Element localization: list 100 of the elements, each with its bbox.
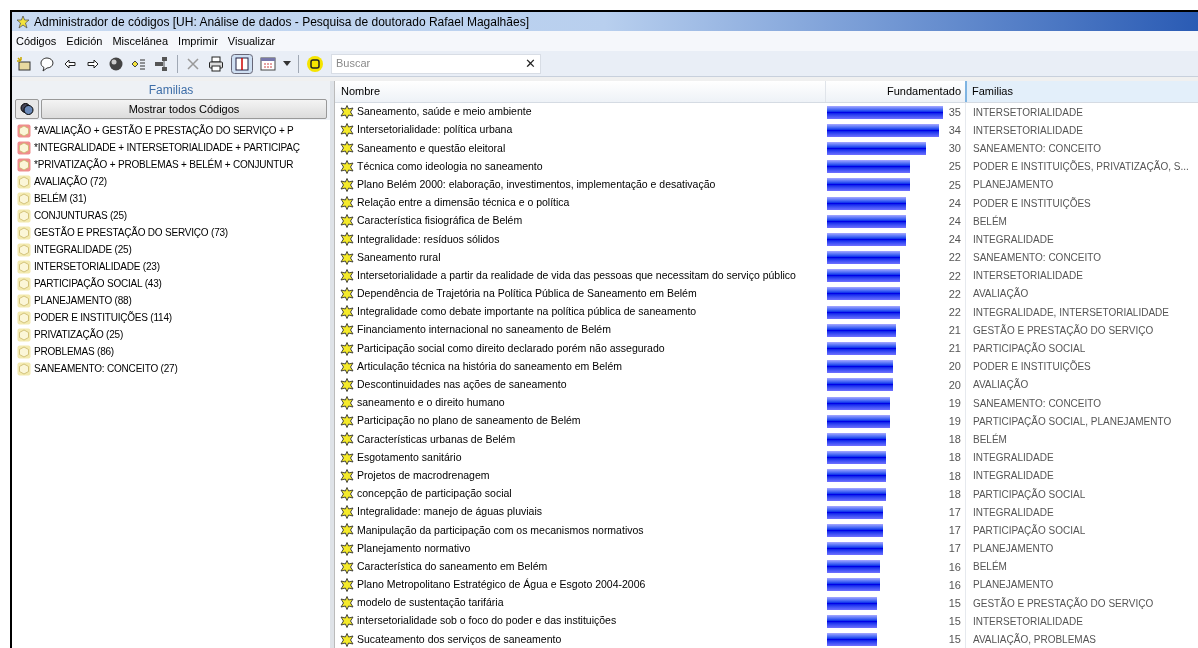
grounded-count: 18 (948, 468, 961, 484)
code-name[interactable]: Integralidade: manejo de águas pluviais (357, 504, 543, 521)
family-item[interactable]: *INTEGRALIDADE + INTERSETORIALIDADE + PARTICIPAÇ (34, 140, 300, 155)
grounded-count: 15 (948, 614, 961, 630)
code-icon (340, 577, 354, 592)
code-name[interactable]: Características urbanas de Belém (357, 431, 516, 448)
families-toggle-button[interactable] (15, 99, 39, 119)
code-name[interactable]: Articulação técnica na história do saneamento em Belém (357, 358, 622, 375)
grounded-bar (827, 396, 890, 410)
family-item[interactable]: GESTÃO E PRESTAÇÃO DO SERVIÇO (73) (34, 225, 228, 240)
show-all-codes-button[interactable]: Mostrar todos Códigos (41, 99, 327, 119)
grounded-count: 18 (948, 486, 961, 502)
code-icon (340, 432, 354, 447)
code-name[interactable]: Participação no plano de saneamento de Belém (357, 413, 581, 430)
column-header[interactable]: Nombre (335, 81, 825, 102)
family-item[interactable]: BELÉM (31) (34, 191, 87, 206)
comment-icon[interactable] (39, 55, 55, 72)
family-item[interactable]: INTERSETORIALIDADE (23) (34, 259, 160, 274)
family-item[interactable]: PARTICIPAÇÃO SOCIAL (43) (34, 276, 162, 291)
families-cell-text: INTEGRALIDADE (973, 451, 1054, 466)
grounded-bar (827, 378, 893, 392)
code-name[interactable]: Participação social como direito declarado porém não assegurado (357, 340, 665, 357)
code-name[interactable]: saneamento e o direito humano (357, 395, 505, 411)
grounded-count: 16 (948, 559, 961, 575)
families-cell-text: SANEAMENTO: CONCEITO (973, 251, 1101, 266)
family-item[interactable]: *PRIVATIZAÇÃO + PROBLEMAS + BELÉM + CONJUNTUR (34, 157, 294, 172)
code-name[interactable]: Característica do saneamento em Belém (357, 558, 548, 575)
code-icon (340, 559, 354, 574)
code-icon (340, 505, 354, 520)
menu-item[interactable]: Edición (66, 32, 103, 50)
code-name[interactable]: Característica fisiográfica de Belém (357, 213, 523, 230)
families-cell-text: PODER E INSTITUIÇÕES (973, 196, 1091, 211)
code-name[interactable]: Plano Metropolitano Estratégico de Água e Esgoto 2004-2006 (357, 577, 646, 593)
code-icon (340, 614, 354, 629)
families-cell-text: GESTÃO E PRESTAÇÃO DO SERVIÇO (973, 323, 1154, 338)
grounded-count: 25 (948, 159, 961, 175)
family-item[interactable]: PRIVATIZAÇÃO (25) (34, 327, 124, 342)
column-header[interactable]: Familias (965, 81, 1198, 102)
family-item[interactable]: PLANEJAMENTO (88) (34, 293, 132, 308)
grounded-bar (827, 614, 877, 628)
code-icon (340, 214, 354, 229)
code-icon (340, 341, 354, 356)
code-name[interactable]: Saneamento, saúde e meio ambiente (357, 104, 532, 120)
code-name[interactable]: modelo de sustentação tarifária (357, 595, 504, 611)
family-item[interactable]: SANEAMENTO: CONCEITO (27) (34, 361, 178, 376)
code-name[interactable]: Financiamento internacional no saneamento de Belém (357, 322, 611, 339)
code-name[interactable]: Intersetorialidade a partir da realidade de vida das pessoas que necessitam do serviço público (357, 267, 796, 284)
families-cell-text: PLANEJAMENTO (973, 578, 1054, 593)
code-icon (340, 596, 354, 611)
grounded-count: 30 (948, 141, 961, 157)
grounded-bar (827, 505, 884, 519)
code-name[interactable]: Planejamento normativo (357, 540, 471, 557)
code-name[interactable]: Descontinuidades nas ações de saneamento (357, 377, 567, 393)
grounded-bar (827, 342, 897, 355)
menu-item[interactable]: Códigos (16, 32, 57, 50)
code-name[interactable]: Manipulação da participação com os mecanismos normativos (357, 522, 644, 539)
menu-item[interactable]: Imprimir (178, 32, 218, 50)
grounded-bar (827, 487, 887, 501)
family-item[interactable]: CONJUNTURAS (25) (34, 208, 127, 223)
code-icon (340, 196, 354, 210)
sphere-icon[interactable] (108, 55, 124, 72)
grounded-count: 20 (948, 359, 961, 375)
code-icon (340, 632, 354, 647)
grounded-bar (827, 523, 884, 537)
code-name[interactable]: Integralidade como debate importante na política pública de saneamento (357, 304, 697, 320)
menu-item[interactable]: Miscelánea (112, 32, 169, 50)
code-icon (340, 305, 354, 320)
code-name[interactable]: concepção de participação social (357, 486, 512, 502)
code-icon (340, 268, 354, 283)
family-item[interactable]: PROBLEMAS (86) (34, 344, 114, 359)
code-name[interactable]: Esgotamento sanitário (357, 449, 462, 466)
code-name[interactable]: intersetorialidade sob o foco do poder e das instituições (357, 613, 617, 630)
family-item[interactable]: *AVALIAÇÃO + GESTÃO E PRESTAÇÃO DO SERVIÇO + P (34, 123, 294, 138)
print-icon[interactable] (208, 55, 224, 72)
grounded-count: 15 (948, 632, 961, 648)
search-field[interactable]: Buscar ✕ (331, 53, 541, 74)
clear-search-button[interactable]: ✕ (525, 57, 536, 70)
family-item[interactable]: AVALIAÇÃO (72) (34, 174, 107, 189)
code-name[interactable]: Técnica como ideologia no saneamento (357, 158, 543, 175)
code-name[interactable]: Projetos de macrodrenagem (357, 467, 490, 484)
code-icon (340, 450, 354, 465)
code-name[interactable]: Relação entre a dimensão técnica e o política (357, 195, 570, 211)
tree-icon[interactable] (154, 55, 170, 72)
code-name[interactable]: Dependência de Trajetória na Política Pública de Saneamento em Belém (357, 286, 697, 302)
grounded-count: 21 (948, 341, 961, 357)
dropdown-arrow-icon[interactable] (283, 60, 291, 67)
split-view-icon[interactable] (231, 53, 253, 74)
code-name[interactable]: Saneamento e questão eleitoral (357, 140, 506, 157)
families-cell-text: PARTICIPAÇÃO SOCIAL (973, 487, 1086, 502)
code-name[interactable]: Intersetorialidade: política urbana (357, 122, 513, 139)
code-name[interactable]: Plano Belém 2000: elaboração, investimentos, implementação e desativação (357, 176, 716, 193)
family-item[interactable]: INTEGRALIDADE (25) (34, 242, 132, 257)
code-name[interactable]: Integralidade: resíduos sólidos (357, 231, 500, 248)
calendar-icon[interactable] (260, 55, 276, 72)
code-name[interactable]: Sucateamento dos serviços de saneamento (357, 631, 562, 648)
families-cell: AVALIAÇÃO, PROBLEMAS (973, 632, 1096, 647)
code-name[interactable]: Saneamento rural (357, 249, 441, 266)
menu-item[interactable]: Visualizar (227, 32, 276, 50)
family-item[interactable]: PODER E INSTITUIÇÕES (114) (34, 310, 172, 325)
grounded-count: 35 (948, 104, 961, 120)
